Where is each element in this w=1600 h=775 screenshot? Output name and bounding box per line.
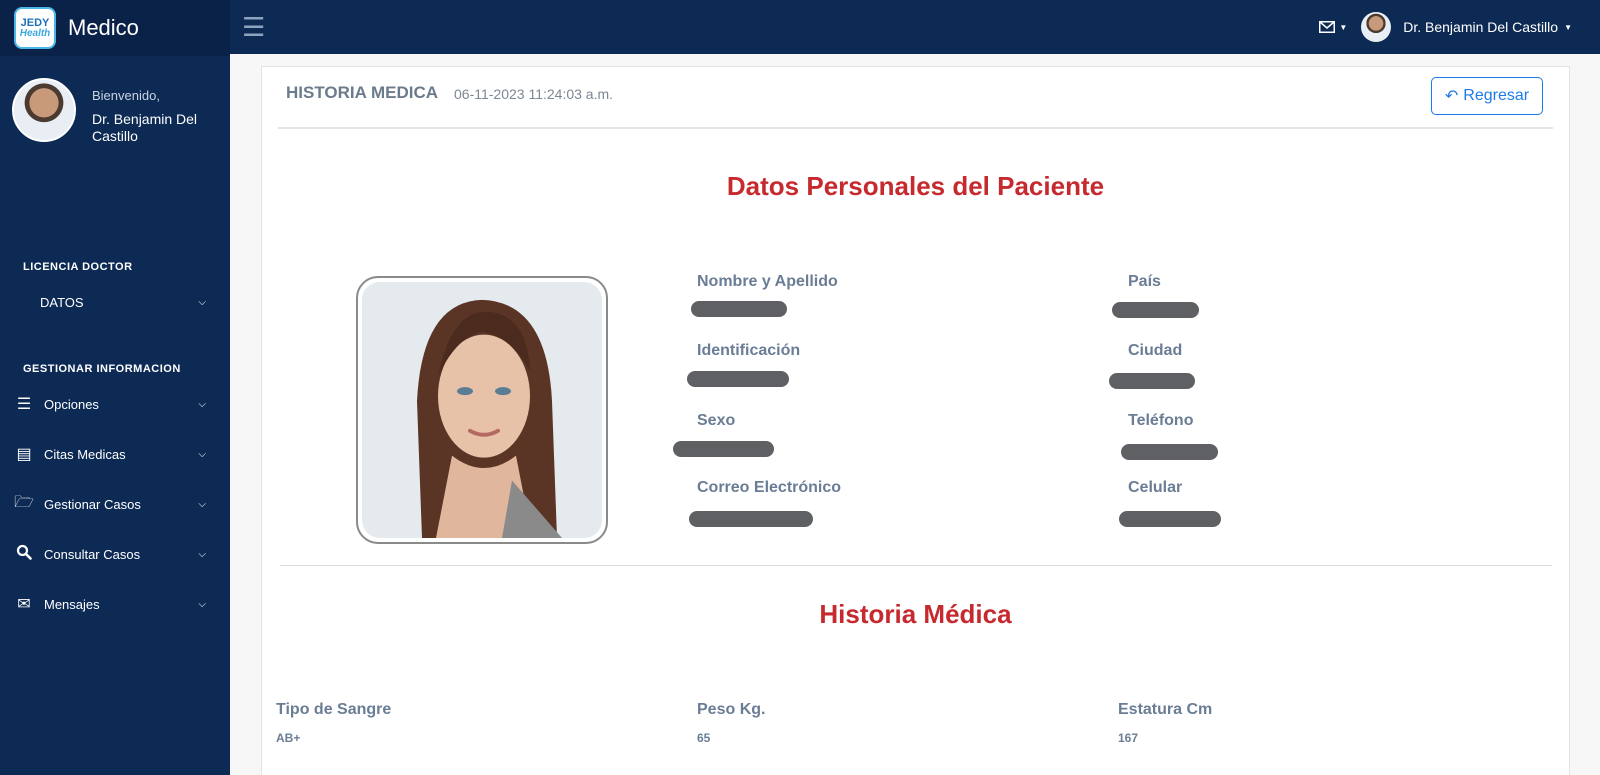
section-title-licencia: LICENCIA DOCTOR — [23, 261, 133, 273]
redacted-value — [1112, 302, 1199, 318]
sidebar-item-consultar-casos[interactable]: Consultar Casos ⌵ — [0, 529, 230, 579]
label-ciudad: Ciudad — [1128, 342, 1183, 359]
label-pais: País — [1128, 273, 1161, 290]
user-menu[interactable]: Dr. Benjamin Del Castillo ▼ — [1403, 19, 1572, 35]
redacted-value — [689, 511, 813, 527]
envelope-icon: ✉ — [17, 596, 31, 613]
personal-data-heading: Datos Personales del Paciente — [726, 171, 1105, 201]
user-name: Dr. Benjamin Del Castillo — [1403, 19, 1559, 35]
label-estatura: Estatura Cm — [1118, 701, 1213, 718]
label-identificacion: Identificación — [697, 342, 801, 359]
chevron-down-icon: ⌵ — [198, 398, 206, 410]
brand-bar: JEDY Health Medico — [0, 0, 230, 56]
patient-photo — [356, 276, 608, 544]
label-peso: Peso Kg. — [697, 701, 766, 718]
patient-portrait-image — [362, 282, 602, 538]
label-correo: Correo Electrónico — [697, 479, 842, 496]
avatar — [12, 78, 76, 142]
sidebar-item-citas-medicas[interactable]: ▤ Citas Medicas ⌵ — [0, 429, 230, 479]
back-button-label: Regresar — [1463, 87, 1530, 104]
caret-down-icon: ▼ — [1339, 22, 1348, 32]
profile-name: Dr. Benjamin Del Castillo — [92, 111, 198, 144]
section-divider — [280, 565, 1552, 566]
app-name: Medico — [68, 15, 139, 40]
sidebar-item-gestionar-casos[interactable]: 🗁 Gestionar Casos ⌵ — [0, 479, 230, 529]
newspaper-icon: ▤ — [16, 446, 32, 463]
label-celular: Celular — [1128, 479, 1183, 496]
caret-down-icon: ▼ — [1564, 22, 1572, 32]
logo-text-top: JEDY — [20, 16, 50, 29]
sidebar-item-label: DATOS — [40, 294, 84, 310]
sidebar-item-label: Opciones — [44, 396, 99, 412]
app-logo[interactable]: JEDY Health — [14, 7, 56, 49]
redacted-value — [673, 441, 774, 457]
sidebar-item-mensajes[interactable]: ✉ Mensajes ⌵ — [0, 579, 230, 629]
sidebar-item-label: Gestionar Casos — [44, 496, 141, 512]
redacted-value — [1109, 373, 1195, 389]
page-title: HISTORIA MEDICA — [286, 83, 439, 102]
welcome-text: Bienvenido, — [92, 88, 160, 103]
sidebar-item-label: Mensajes — [44, 596, 100, 612]
medical-history-heading: Historia Médica — [819, 599, 1012, 629]
section-title-gestionar: GESTIONAR INFORMACION — [23, 363, 181, 375]
search-icon — [14, 544, 34, 565]
logo-text-bottom: Health — [19, 27, 51, 39]
redacted-value — [1121, 444, 1218, 460]
value-peso: 65 — [697, 731, 711, 745]
redacted-value — [1119, 511, 1221, 527]
sidebar: JEDY Health Medico Bienvenido, Dr. Benja… — [0, 0, 230, 775]
reply-icon: ↶ — [1444, 88, 1459, 105]
mail-dropdown[interactable]: ▼ — [1319, 21, 1347, 33]
value-estatura: 167 — [1118, 731, 1139, 745]
top-bar: ☰ ▼ Dr. Benjamin Del Castillo ▼ — [230, 0, 1600, 54]
sidebar-item-label: Citas Medicas — [44, 446, 126, 462]
chevron-down-icon: ⌵ — [198, 498, 206, 510]
label-sexo: Sexo — [697, 412, 736, 429]
label-nombre: Nombre y Apellido — [697, 273, 838, 290]
card-header: HISTORIA MEDICA 06-11-2023 11:24:03 a.m.… — [278, 67, 1553, 129]
chevron-down-icon: ⌵ — [198, 296, 206, 308]
sidebar-item-label: Consultar Casos — [44, 546, 141, 562]
label-telefono: Teléfono — [1128, 412, 1194, 429]
profile-panel: Bienvenido, Dr. Benjamin Del Castillo — [0, 56, 230, 206]
timestamp: 06-11-2023 11:24:03 a.m. — [454, 86, 614, 102]
back-button[interactable]: ↶ Regresar — [1431, 77, 1543, 115]
label-tipo-sangre: Tipo de Sangre — [276, 701, 392, 718]
value-tipo-sangre: AB+ — [276, 731, 301, 745]
redacted-value — [691, 301, 787, 317]
redacted-value — [687, 371, 789, 387]
hamburger-menu-icon[interactable]: ☰ — [242, 12, 265, 43]
envelope-icon — [1319, 21, 1336, 33]
sidebar-item-datos[interactable]: DATOS ⌵ — [0, 277, 230, 327]
chevron-down-icon: ⌵ — [198, 448, 206, 460]
chevron-down-icon: ⌵ — [198, 598, 206, 610]
menu-icon: ☰ — [16, 396, 32, 413]
sidebar-item-opciones[interactable]: ☰ Opciones ⌵ — [0, 379, 230, 429]
avatar[interactable] — [1361, 12, 1392, 42]
content-card: HISTORIA MEDICA 06-11-2023 11:24:03 a.m.… — [261, 66, 1570, 775]
folder-open-icon: 🗁 — [14, 493, 34, 511]
chevron-down-icon: ⌵ — [198, 548, 206, 560]
